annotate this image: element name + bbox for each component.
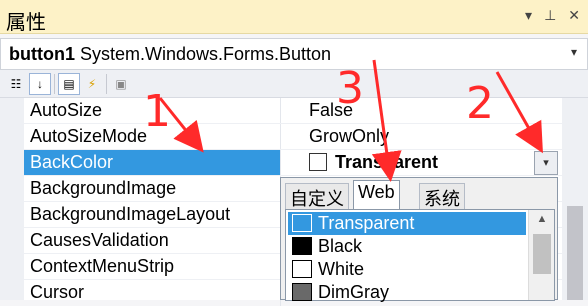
- color-list[interactable]: Transparent Black White DimGray ▲: [285, 209, 555, 304]
- property-name: AutoSize: [30, 100, 103, 120]
- property-row[interactable]: AutoSizeMode GrowOnly: [24, 124, 588, 150]
- property-row-selected[interactable]: BackColor Transparent ▾: [24, 150, 588, 176]
- color-swatch: [292, 214, 312, 232]
- color-name: Black: [318, 236, 363, 256]
- chevron-down-icon[interactable]: ▾: [534, 151, 558, 175]
- tab-web[interactable]: Web: [353, 180, 400, 210]
- grid-margin: [0, 98, 24, 300]
- window-title: 属性: [6, 10, 46, 34]
- properties-title-bar: 属性 ▾ ⊥ ✕: [0, 0, 588, 34]
- color-list-scrollbar[interactable]: ▲: [528, 210, 554, 300]
- tab-custom[interactable]: 自定义: [285, 183, 349, 209]
- grid-scrollbar[interactable]: [562, 98, 588, 300]
- object-name-label: button1 System.Windows.Forms.Button: [9, 44, 331, 65]
- property-name: ContextMenuStrip: [30, 256, 175, 276]
- property-name: BackColor: [30, 152, 114, 172]
- color-item-white[interactable]: White: [288, 258, 526, 281]
- properties-icon[interactable]: ▤: [58, 73, 80, 95]
- annotation-2: 2: [466, 78, 494, 129]
- properties-toolbar: ☷ ↓ ▤ ⚡ ▣: [0, 70, 588, 98]
- color-swatch: [292, 237, 312, 255]
- scrollbar-thumb[interactable]: [567, 206, 583, 300]
- annotation-3: 3: [336, 63, 364, 114]
- dropdown-arrow-icon[interactable]: ▾: [525, 7, 532, 24]
- close-icon[interactable]: ✕: [568, 7, 580, 24]
- annotation-1: 1: [143, 86, 171, 137]
- alphabetical-icon[interactable]: ↓: [29, 73, 51, 95]
- object-type: System.Windows.Forms.Button: [80, 44, 332, 64]
- color-name: White: [318, 259, 365, 279]
- property-name: BackgroundImageLayout: [30, 204, 231, 224]
- color-picker-popup: 自定义 Web 系统 Transparent Black White DimGr…: [280, 177, 558, 304]
- color-swatch: [292, 260, 312, 278]
- color-swatch: [309, 153, 327, 171]
- scrollbar-thumb[interactable]: [533, 234, 551, 274]
- property-value[interactable]: GrowOnly: [309, 126, 389, 147]
- object-selector[interactable]: button1 System.Windows.Forms.Button ▾: [0, 38, 588, 70]
- backcolor-value: Transparent: [335, 152, 439, 172]
- chevron-down-icon[interactable]: ▾: [571, 45, 577, 59]
- categorized-icon[interactable]: ☷: [5, 73, 27, 95]
- scroll-up-icon[interactable]: ▲: [532, 213, 552, 231]
- color-tabs: 自定义 Web 系统: [285, 180, 555, 210]
- events-icon[interactable]: ⚡: [81, 73, 103, 95]
- toolbar-separator: [54, 74, 55, 94]
- color-item-black[interactable]: Black: [288, 235, 526, 258]
- tab-system[interactable]: 系统: [419, 183, 465, 209]
- property-value[interactable]: Transparent: [309, 152, 438, 173]
- property-name: CausesValidation: [30, 230, 169, 250]
- color-item-dimgray[interactable]: DimGray: [288, 281, 526, 304]
- color-item-transparent[interactable]: Transparent: [288, 212, 526, 235]
- object-name: button1: [9, 44, 75, 64]
- color-name: Transparent: [318, 213, 415, 233]
- toolbar-separator: [106, 74, 107, 94]
- pin-icon[interactable]: ⊥: [544, 7, 556, 24]
- color-swatch: [292, 283, 312, 301]
- title-bar-controls: ▾ ⊥ ✕: [525, 7, 580, 24]
- property-name: AutoSizeMode: [30, 126, 148, 146]
- property-row[interactable]: AutoSize False: [24, 98, 588, 124]
- property-pages-icon[interactable]: ▣: [110, 73, 132, 95]
- property-name: BackgroundImage: [30, 178, 177, 198]
